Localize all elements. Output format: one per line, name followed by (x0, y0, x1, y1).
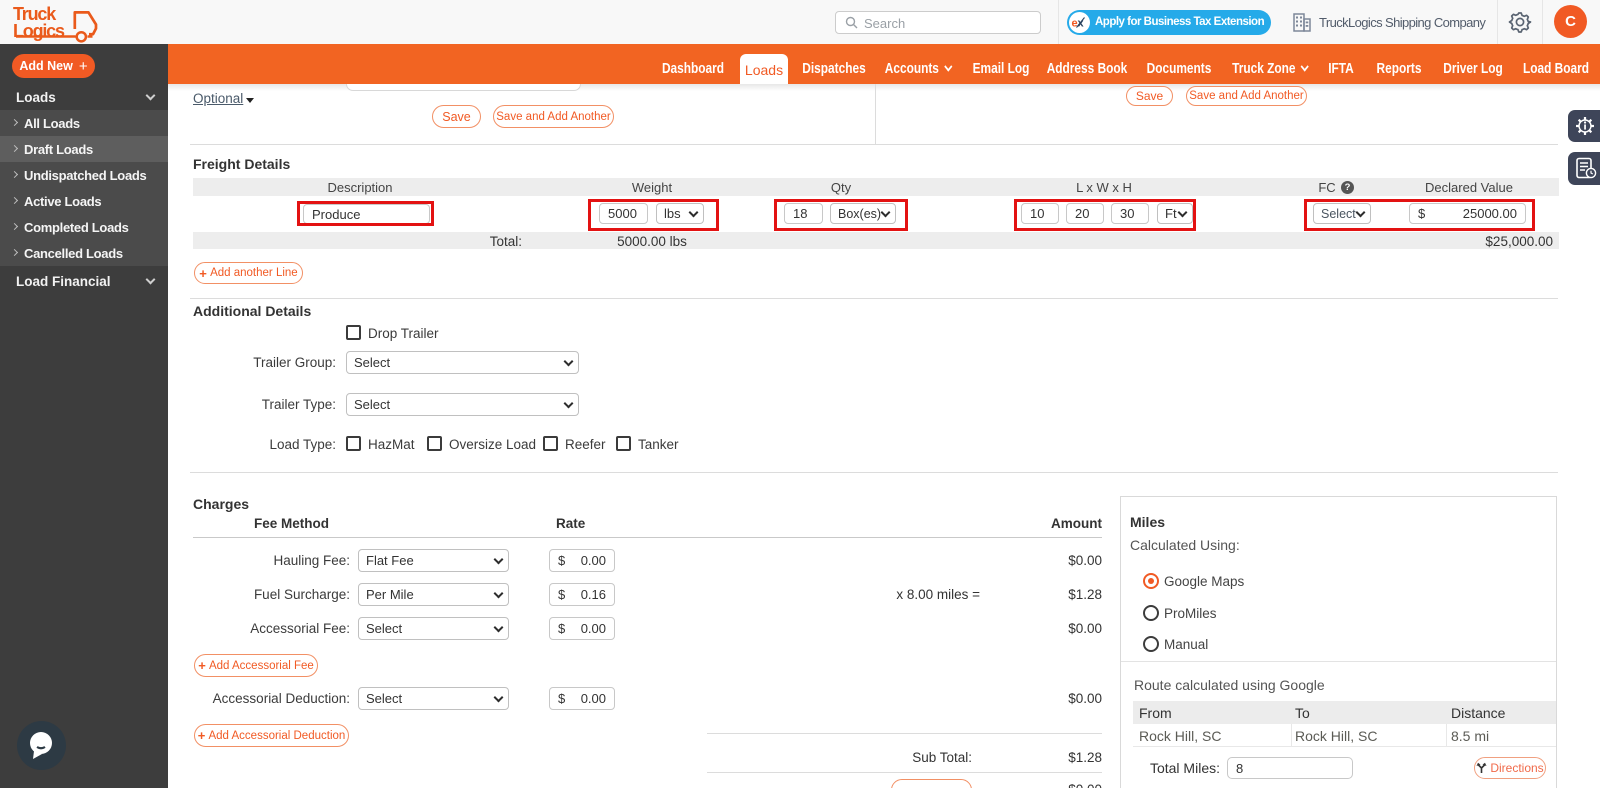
svg-text:Logics: Logics (13, 21, 65, 41)
